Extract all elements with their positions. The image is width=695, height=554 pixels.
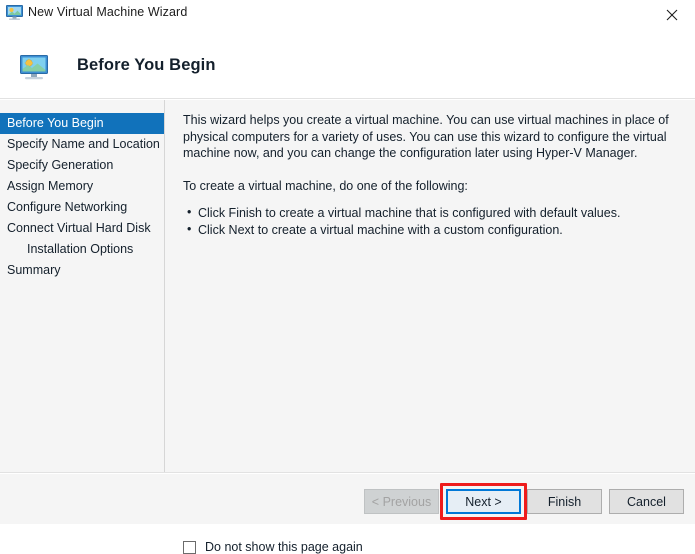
sidebar-item-connect-virtual-hard-disk[interactable]: Connect Virtual Hard Disk: [0, 218, 164, 239]
list-item: Click Finish to create a virtual machine…: [183, 204, 674, 222]
sidebar-item-summary[interactable]: Summary: [0, 260, 164, 281]
sidebar-item-assign-memory[interactable]: Assign Memory: [0, 176, 164, 197]
close-icon[interactable]: [649, 0, 695, 30]
wizard-button-bar: < Previous Next > Finish Cancel: [0, 474, 695, 524]
page-title: Before You Begin: [77, 56, 216, 74]
instruction-paragraph: To create a virtual machine, do one of t…: [183, 178, 468, 193]
do-not-show-again-label: Do not show this page again: [205, 540, 363, 554]
previous-button[interactable]: < Previous: [364, 489, 439, 514]
virtual-machine-monitor-icon: [6, 5, 23, 21]
intro-paragraph: This wizard helps you create a virtual m…: [183, 113, 669, 160]
virtual-machine-monitor-icon: [20, 55, 48, 81]
do-not-show-again-checkbox[interactable]: [183, 540, 196, 554]
finish-button[interactable]: Finish: [527, 489, 602, 514]
sidebar-item-specify-generation[interactable]: Specify Generation: [0, 155, 164, 176]
wizard-step-list: Before You Begin Specify Name and Locati…: [0, 100, 165, 472]
page-header: Before You Begin: [0, 30, 695, 99]
wizard-content-pane: This wizard helps you create a virtual m…: [166, 100, 695, 472]
sidebar-item-configure-networking[interactable]: Configure Networking: [0, 197, 164, 218]
list-item: Click Next to create a virtual machine w…: [183, 221, 674, 239]
window-title: New Virtual Machine Wizard: [28, 5, 188, 19]
sidebar-item-specify-name-and-location[interactable]: Specify Name and Location: [0, 134, 164, 155]
new-virtual-machine-wizard-window: New Virtual Machine Wizard Before You Be…: [0, 0, 695, 554]
sidebar-item-installation-options[interactable]: Installation Options: [0, 239, 164, 260]
option-bullet-list: Click Finish to create a virtual machine…: [183, 204, 674, 239]
title-bar: New Virtual Machine Wizard: [0, 0, 695, 30]
next-button[interactable]: Next >: [446, 489, 521, 514]
sidebar-item-before-you-begin[interactable]: Before You Begin: [0, 113, 164, 134]
body-area: Before You Begin Specify Name and Locati…: [0, 100, 695, 554]
do-not-show-again-row[interactable]: Do not show this page again: [183, 540, 363, 554]
cancel-button[interactable]: Cancel: [609, 489, 684, 514]
